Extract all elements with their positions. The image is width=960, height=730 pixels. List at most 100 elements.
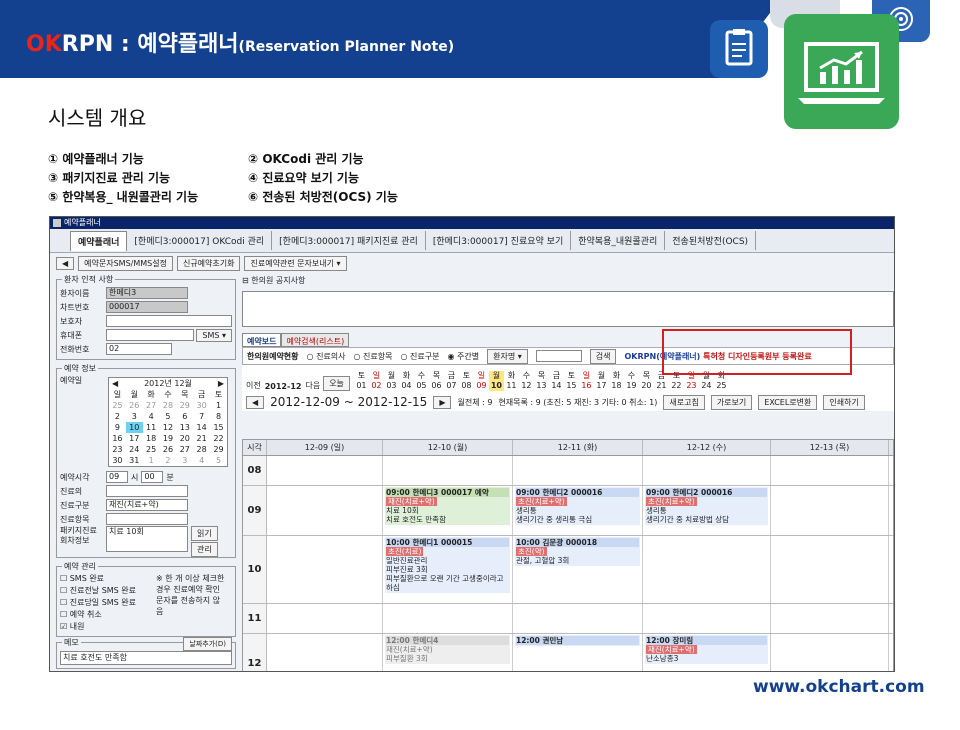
schedule-cell[interactable] [771,486,889,535]
sms-settings-button[interactable]: 예약문자SMS/MMS설정 [78,255,173,271]
read-button[interactable]: 읽기 [191,526,218,541]
minute-select[interactable]: 00 [141,471,164,483]
day-button[interactable]: 금 07 [444,371,459,391]
today-button[interactable]: 오늘 [323,376,350,391]
calendar-day[interactable]: 23 [109,444,126,455]
day-button[interactable]: 화 18 [609,371,624,391]
day-button[interactable]: 일 09 [474,371,489,391]
day-button[interactable]: 토 01 [354,371,369,391]
schedule-cell[interactable] [643,536,771,603]
visit-type-select[interactable]: 재진(치료+약) [106,499,188,511]
print-button[interactable]: 인쇄하기 [823,394,865,410]
calendar-day[interactable]: 15 [210,422,227,433]
treatment-select[interactable] [106,513,188,525]
calendar-day[interactable]: 27 [176,444,193,455]
calendar-day[interactable]: 29 [210,444,227,455]
calendar-day[interactable]: 30 [109,455,126,466]
schedule-cell[interactable] [643,456,771,485]
radio-visit-type[interactable]: ○ 진료구분 [401,351,440,362]
horizontal-view-button[interactable]: 가로보기 [710,394,753,410]
calendar-day[interactable]: 17 [126,433,143,444]
schedule-cell[interactable] [267,634,383,671]
search-field-select[interactable]: 환자명 ▾ [487,348,528,364]
tab-reservation-planner[interactable]: 예약플래너 [70,230,128,251]
schedule-cell[interactable] [513,456,643,485]
calendar-day[interactable]: 6 [176,411,193,422]
calendar-day[interactable]: 5 [210,455,227,466]
appointment-card[interactable]: 10:00 김문광 000018 초진(약) 관절, 고혈압 3회 [515,537,640,566]
calendar-day[interactable]: 12 [160,422,177,433]
add-date-button[interactable]: 날짜추가(D) [183,637,232,651]
calendar-day[interactable]: 13 [176,422,193,433]
new-reservation-button[interactable]: 신규예약초기화 [176,255,241,271]
doctor-select[interactable] [106,485,188,497]
collapse-icon[interactable]: ⊟ [242,276,249,285]
calendar-day[interactable]: 7 [193,411,210,422]
hour-select[interactable]: 09 [106,471,128,483]
mobile-field[interactable] [106,329,195,341]
schedule-cell[interactable] [383,456,513,485]
sms-dropdown[interactable]: SMS ▾ [196,328,232,342]
calendar-day[interactable]: 21 [193,433,210,444]
day-button[interactable]: 목 06 [429,371,444,391]
calendar-day[interactable]: 3 [176,455,193,466]
schedule-cell[interactable]: 10:00 한메디1 000015 초진(치료) 일반진료관리 피부진료 3회 피부질환… [383,536,513,603]
schedule-cell[interactable]: 09:00 한메디2 000016 초진(치료+약) 생리통 생리기간 중 치료방법 … [643,486,771,535]
manage-button[interactable]: 관리 [191,542,218,557]
next-month-icon[interactable]: ▶ [218,378,224,389]
schedule-cell[interactable] [513,604,643,633]
refresh-button[interactable]: 새로고침 [663,394,705,410]
package-field[interactable]: 치료 10회 [106,526,188,552]
calendar-day[interactable]: 20 [176,433,193,444]
calendar-day[interactable]: 4 [143,411,160,422]
day-button[interactable]: 수 12 [519,371,534,391]
day-button[interactable]: 목 13 [534,371,549,391]
calendar-day[interactable]: 4 [193,455,210,466]
calendar-day[interactable]: 3 [126,411,143,422]
notice-area[interactable] [242,291,894,327]
schedule-cell[interactable] [267,486,383,535]
calendar-day[interactable]: 1 [143,455,160,466]
tab-package[interactable]: [한메디3:000017] 패키지진료 관리 [272,231,426,250]
schedule-cell[interactable] [643,604,771,633]
schedule-cell[interactable]: 12:00 권민남 [513,634,643,671]
schedule-cell[interactable] [771,536,889,603]
appointment-card[interactable]: 09:00 한메디2 000016 초진(치료+약) 생리통 생리기간 중 생리통 극… [515,487,640,525]
calendar-day[interactable]: 27 [143,400,160,411]
day-button[interactable]: 화 11 [504,371,519,391]
check-cancel[interactable]: ☐ 예약 취소 [60,609,156,621]
date-calendar[interactable]: ◀ 2012년 12월 ▶ 일 월 화 수 목 금 토 25 26 27 28 29 30 1 2 3 4 5 6 7 8 9… [108,377,228,467]
appointment-card[interactable]: 12:00 장미림 재진(치료+약) 난소낭종3 [645,635,768,664]
chart-number-field[interactable]: 000017 [106,301,188,313]
schedule-cell[interactable] [771,634,889,671]
radio-treatment[interactable]: ○ 진료항목 [354,351,393,362]
schedule-cell[interactable]: 10:00 김문광 000018 초진(약) 관절, 고혈압 3회 [513,536,643,603]
radio-doctor[interactable]: ○ 진료의사 [307,351,346,362]
day-button[interactable]: 금 14 [549,371,564,391]
check-sms-same-day[interactable]: ☐ 진료당일 SMS 완료 [60,597,156,609]
calendar-day[interactable]: 25 [109,400,126,411]
calendar-day[interactable]: 28 [193,444,210,455]
calendar-day[interactable]: 1 [210,400,227,411]
calendar-day[interactable]: 16 [109,433,126,444]
schedule-cell[interactable] [383,604,513,633]
day-button[interactable]: 일 16 [579,371,594,391]
day-button[interactable]: 월 03 [384,371,399,391]
check-sms-prev-day[interactable]: ☐ 진료전날 SMS 완료 [60,585,156,597]
calendar-day[interactable]: 2 [109,411,126,422]
calendar-day[interactable]: 5 [160,411,177,422]
calendar-day[interactable]: 19 [160,433,177,444]
day-button[interactable]: 수 19 [624,371,639,391]
guardian-field[interactable] [106,315,232,327]
calendar-day[interactable]: 14 [193,422,210,433]
tab-ocs[interactable]: 전송된처방전(OCS) [665,231,757,250]
search-input[interactable] [535,350,582,362]
prev-link[interactable]: 이전 [246,380,261,391]
tab-herbal-call[interactable]: 한약복용_내원콜관리 [571,231,666,250]
appointment-card[interactable]: 12:00 한메디4 재진(치료+약) 피부질환 3회 [385,635,510,664]
appointment-card[interactable]: 09:00 한메디2 000016 초진(치료+약) 생리통 생리기간 중 치료방법 … [645,487,768,525]
next-week-button[interactable]: ▶ [433,395,452,409]
search-button[interactable]: 검색 [589,348,617,364]
calendar-day[interactable]: 22 [210,433,227,444]
calendar-day[interactable]: 26 [126,400,143,411]
